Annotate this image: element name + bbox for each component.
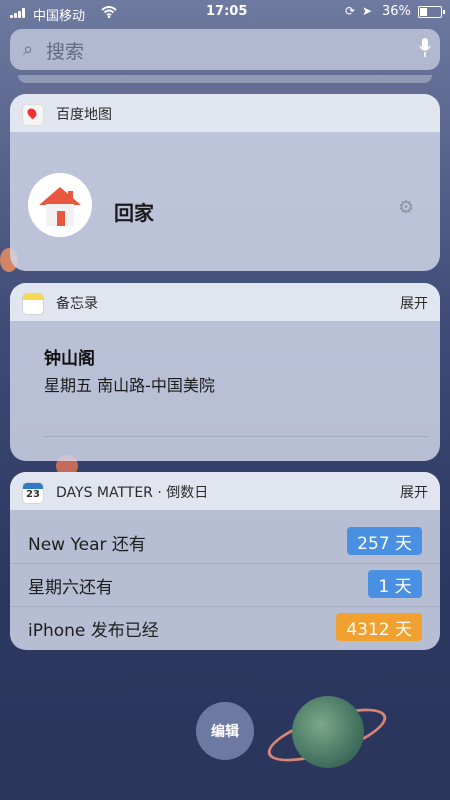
status-bar: 中国移动 17:05 ⟳ ➤ 36% xyxy=(0,0,450,26)
home-shortcut-icon[interactable] xyxy=(28,173,92,237)
battery-percent: 36% xyxy=(382,4,411,19)
days-matter-title: DAYS MATTER · 倒数日 xyxy=(56,485,209,501)
countdown-badge: 4312 天 xyxy=(336,613,422,641)
home-shortcut-label[interactable]: 回家 xyxy=(114,197,154,226)
notes-title-label: 备忘录 xyxy=(56,296,98,312)
notes-widget: 备忘录 展开 钟山阁 星期五 南山路-中国美院 xyxy=(10,283,440,461)
countdown-row-saturday[interactable]: 星期六还有 1 天 xyxy=(10,562,440,605)
battery-icon xyxy=(418,6,445,18)
note-title[interactable]: 钟山阁 xyxy=(44,344,95,369)
search-bar[interactable]: ⌕ 搜索 xyxy=(10,29,440,70)
countdown-label: New Year 还有 xyxy=(28,535,146,555)
days-matter-expand-button[interactable]: 展开 xyxy=(400,482,428,502)
microphone-icon[interactable] xyxy=(419,37,431,59)
location-arrow-icon: ➤ xyxy=(362,4,373,18)
baidu-map-header: 百度地图 xyxy=(10,94,440,132)
countdown-row-iphone-release[interactable]: iPhone 发布已经 4312 天 xyxy=(10,605,440,648)
countdown-badge: 1 天 xyxy=(368,570,422,598)
wifi-icon xyxy=(101,6,117,22)
note-subtitle: 星期五 南山路-中国美院 xyxy=(44,376,215,395)
notes-expand-button[interactable]: 展开 xyxy=(400,293,428,313)
search-placeholder: 搜索 xyxy=(46,41,85,63)
countdown-label: iPhone 发布已经 xyxy=(28,621,159,641)
rotation-lock-icon: ⟳ xyxy=(345,4,356,18)
days-matter-icon: 23 xyxy=(22,482,44,504)
baidu-map-icon xyxy=(22,104,44,126)
planet xyxy=(292,696,364,768)
gear-icon[interactable]: ⚙ xyxy=(398,197,414,218)
baidu-map-title: 百度地图 xyxy=(56,107,112,123)
countdown-badge: 257 天 xyxy=(347,527,422,555)
notes-header: 备忘录 展开 xyxy=(10,283,440,321)
edit-button[interactable]: 编辑 xyxy=(196,702,254,760)
baidu-map-widget: 百度地图 回家 ⚙ xyxy=(10,94,440,271)
signal-icon xyxy=(10,8,28,18)
search-icon: ⌕ xyxy=(23,39,34,60)
countdown-label: 星期六还有 xyxy=(28,578,113,598)
clock: 17:05 xyxy=(206,4,248,19)
divider xyxy=(44,436,428,437)
carrier-label: 中国移动 xyxy=(33,9,86,24)
days-matter-icon-day: 23 xyxy=(26,489,40,500)
search-separator xyxy=(18,75,432,83)
countdown-row-new-year[interactable]: New Year 还有 257 天 xyxy=(10,519,440,562)
days-matter-header: 23 DAYS MATTER · 倒数日 展开 xyxy=(10,472,440,510)
days-matter-widget: 23 DAYS MATTER · 倒数日 展开 New Year 还有 257 … xyxy=(10,472,440,650)
notes-app-icon xyxy=(22,293,44,315)
